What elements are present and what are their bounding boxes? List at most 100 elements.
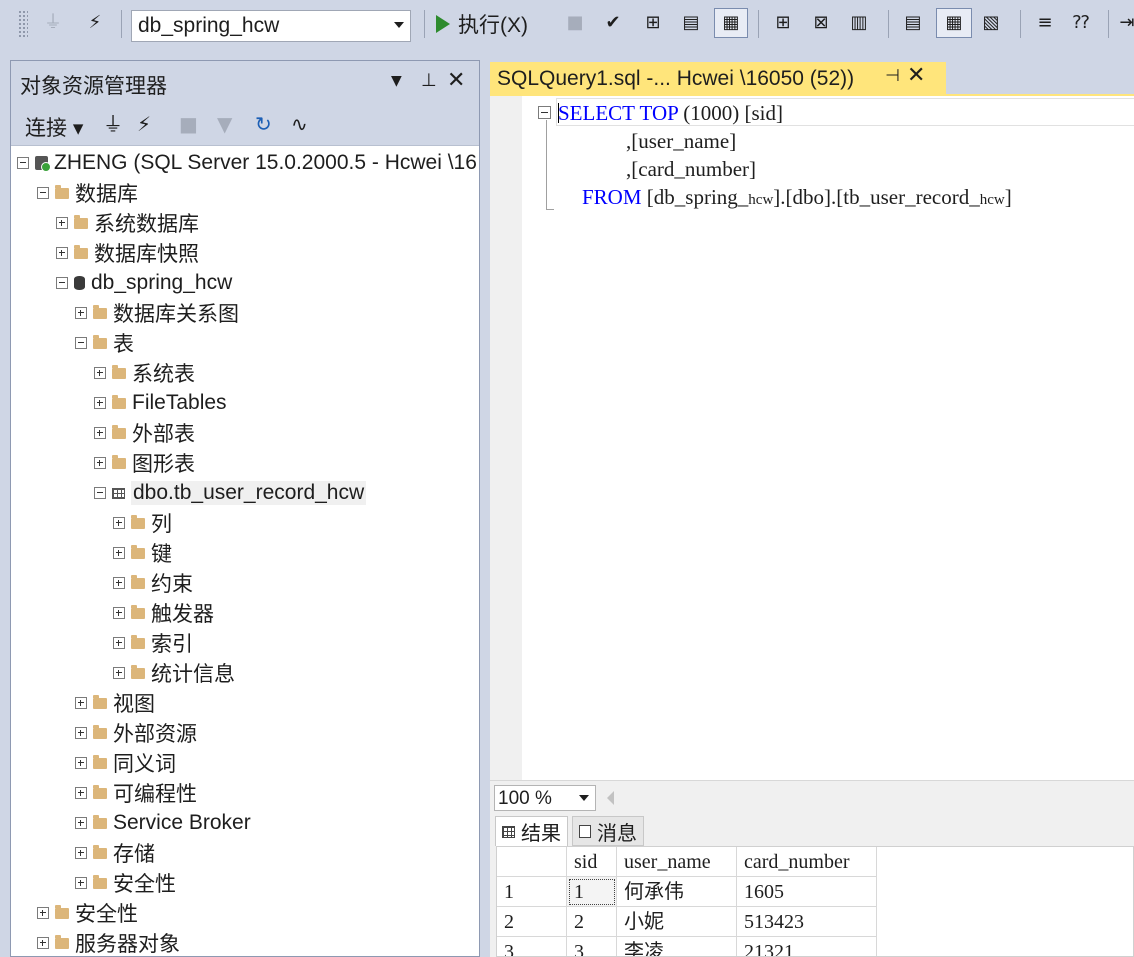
client-stats-icon[interactable]: ▥ xyxy=(846,8,872,38)
results-to-text-icon[interactable]: ▤ xyxy=(900,8,926,38)
expand-plus-icon[interactable] xyxy=(37,907,49,919)
comment-icon[interactable]: ≡ xyxy=(1032,8,1058,38)
expand-plus-icon[interactable] xyxy=(75,817,87,829)
tree-item[interactable]: 数据库快照 xyxy=(56,238,199,268)
expand-plus-icon[interactable] xyxy=(56,217,68,229)
specify-values-icon[interactable]: ⁇ xyxy=(1068,8,1094,38)
expand-plus-icon[interactable] xyxy=(75,727,87,739)
change-connection-icon[interactable]: ⚡ xyxy=(82,8,108,38)
column-header[interactable]: user_name xyxy=(617,847,737,877)
collapse-minus-icon[interactable] xyxy=(94,487,106,499)
expand-plus-icon[interactable] xyxy=(75,307,87,319)
tree-item[interactable]: 索引 xyxy=(113,628,193,658)
tree-item[interactable]: FileTables xyxy=(94,388,227,418)
grid-cell[interactable]: 1605 xyxy=(737,877,877,907)
tree-item[interactable]: 安全性 xyxy=(75,868,176,898)
expand-plus-icon[interactable] xyxy=(113,637,125,649)
grid-cell[interactable]: 2 xyxy=(567,907,617,937)
connect-button[interactable]: 连接 ▾ xyxy=(25,112,83,142)
zoom-select[interactable]: 100 % xyxy=(494,785,596,811)
filter-icon[interactable]: ▼ xyxy=(217,112,232,136)
fold-minus-icon[interactable] xyxy=(538,106,551,119)
tree-item[interactable]: 系统表 xyxy=(94,358,195,388)
expand-plus-icon[interactable] xyxy=(94,397,106,409)
row-number[interactable]: 1 xyxy=(497,877,567,907)
database-select[interactable]: db_spring_hcw xyxy=(131,10,411,42)
query-editor[interactable]: SELECT TOP (1000) [sid] ,[user_name] ,[c… xyxy=(490,94,1134,782)
close-icon[interactable]: ✕ xyxy=(907,63,925,88)
results-to-file-icon[interactable]: ▧ xyxy=(978,8,1004,38)
execute-button[interactable]: 执行(X) xyxy=(436,8,528,40)
tree-item[interactable]: 系统数据库 xyxy=(56,208,199,238)
query-designer-icon[interactable]: ▤ xyxy=(678,8,704,38)
tab-sqlquery1[interactable]: SQLQuery1.sql -... Hcwei \16050 (52)) ⊣ … xyxy=(490,62,946,94)
tree-item[interactable]: 存储 xyxy=(75,838,155,868)
disconnect-icon[interactable]: ⚡ xyxy=(137,112,151,136)
tree-item[interactable]: 可编程性 xyxy=(75,778,197,808)
tab-messages[interactable]: 消息 xyxy=(572,816,644,846)
display-plan-icon[interactable]: ⊞ xyxy=(640,8,666,38)
tree-item[interactable]: 视图 xyxy=(75,688,155,718)
tree-item[interactable]: 数据库关系图 xyxy=(75,298,239,328)
row-number[interactable]: 3 xyxy=(497,937,567,956)
expand-plus-icon[interactable] xyxy=(113,667,125,679)
expand-plus-icon[interactable] xyxy=(75,847,87,859)
connect-icon[interactable]: ⏚ xyxy=(103,112,123,136)
activity-monitor-icon[interactable]: ∿ xyxy=(291,112,308,136)
tree-item[interactable]: ZHENG (SQL Server 15.0.2000.5 - Hcwei \1… xyxy=(17,148,477,178)
collapse-minus-icon[interactable] xyxy=(75,337,87,349)
column-header[interactable]: sid xyxy=(567,847,617,877)
tree-item[interactable]: Service Broker xyxy=(75,808,251,838)
tree-item[interactable]: 约束 xyxy=(113,568,193,598)
tree-item[interactable]: 同义词 xyxy=(75,748,176,778)
grid-cell[interactable]: 何承伟 xyxy=(617,877,737,907)
tree-item[interactable]: 图形表 xyxy=(94,448,195,478)
grid-cell[interactable]: 513423 xyxy=(737,907,877,937)
expand-plus-icon[interactable] xyxy=(75,757,87,769)
expand-plus-icon[interactable] xyxy=(113,607,125,619)
expand-plus-icon[interactable] xyxy=(75,877,87,889)
grid-cell[interactable]: 李凌 xyxy=(617,937,737,956)
expand-plus-icon[interactable] xyxy=(56,247,68,259)
disconnect-icon[interactable]: ⏚ xyxy=(40,8,66,38)
tree-item[interactable]: 数据库 xyxy=(37,178,138,208)
live-stats-icon[interactable]: ⊠ xyxy=(808,8,834,38)
chevron-down-icon[interactable]: ▼ xyxy=(391,69,402,93)
tree-item[interactable]: 触发器 xyxy=(113,598,214,628)
include-plan-icon[interactable]: ⊞ xyxy=(770,8,796,38)
expand-plus-icon[interactable] xyxy=(75,697,87,709)
tree-item[interactable]: db_spring_hcw xyxy=(56,268,232,298)
collapse-minus-icon[interactable] xyxy=(17,157,29,169)
tree-item[interactable]: dbo.tb_user_record_hcw xyxy=(94,478,367,508)
collapse-minus-icon[interactable] xyxy=(56,277,68,289)
tree-item[interactable]: 统计信息 xyxy=(113,658,235,688)
expand-plus-icon[interactable] xyxy=(94,427,106,439)
expand-plus-icon[interactable] xyxy=(113,517,125,529)
grid-cell[interactable]: 3 xyxy=(567,937,617,956)
tree-item[interactable]: 键 xyxy=(113,538,172,568)
results-to-grid-icon[interactable]: ▦ xyxy=(714,8,748,38)
code-area[interactable]: SELECT TOP (1000) [sid] ,[user_name] ,[c… xyxy=(522,96,1134,782)
tree-item[interactable]: 服务器对象 xyxy=(37,928,180,956)
tree-item[interactable]: 列 xyxy=(113,508,172,538)
close-icon[interactable]: ✕ xyxy=(447,69,465,93)
parse-check-icon[interactable]: ✔ xyxy=(600,8,626,38)
grid-cell[interactable]: 1 xyxy=(567,877,617,907)
expand-plus-icon[interactable] xyxy=(113,547,125,559)
tab-results[interactable]: 结果 xyxy=(495,816,568,846)
stop-icon[interactable]: ■ xyxy=(562,8,588,38)
expand-plus-icon[interactable] xyxy=(37,937,49,949)
grid-cell[interactable]: 小妮 xyxy=(617,907,737,937)
toolbar-grip[interactable] xyxy=(18,10,28,38)
pin-icon[interactable]: ⊣ xyxy=(885,66,900,86)
stop-icon[interactable]: ■ xyxy=(179,112,198,136)
results-grid[interactable]: sid user_name card_number 1 1 何承伟 1605 2 2 小妮 5134… xyxy=(496,846,1134,957)
tree-item[interactable]: 外部表 xyxy=(94,418,195,448)
grid-cell[interactable]: 21321 xyxy=(737,937,877,956)
expand-plus-icon[interactable] xyxy=(113,577,125,589)
grid-corner[interactable] xyxy=(497,847,567,877)
refresh-icon[interactable]: ↻ xyxy=(255,112,272,136)
column-header[interactable]: card_number xyxy=(737,847,877,877)
pin-icon[interactable]: ⊥ xyxy=(421,69,437,93)
tree-item[interactable]: 表 xyxy=(75,328,134,358)
